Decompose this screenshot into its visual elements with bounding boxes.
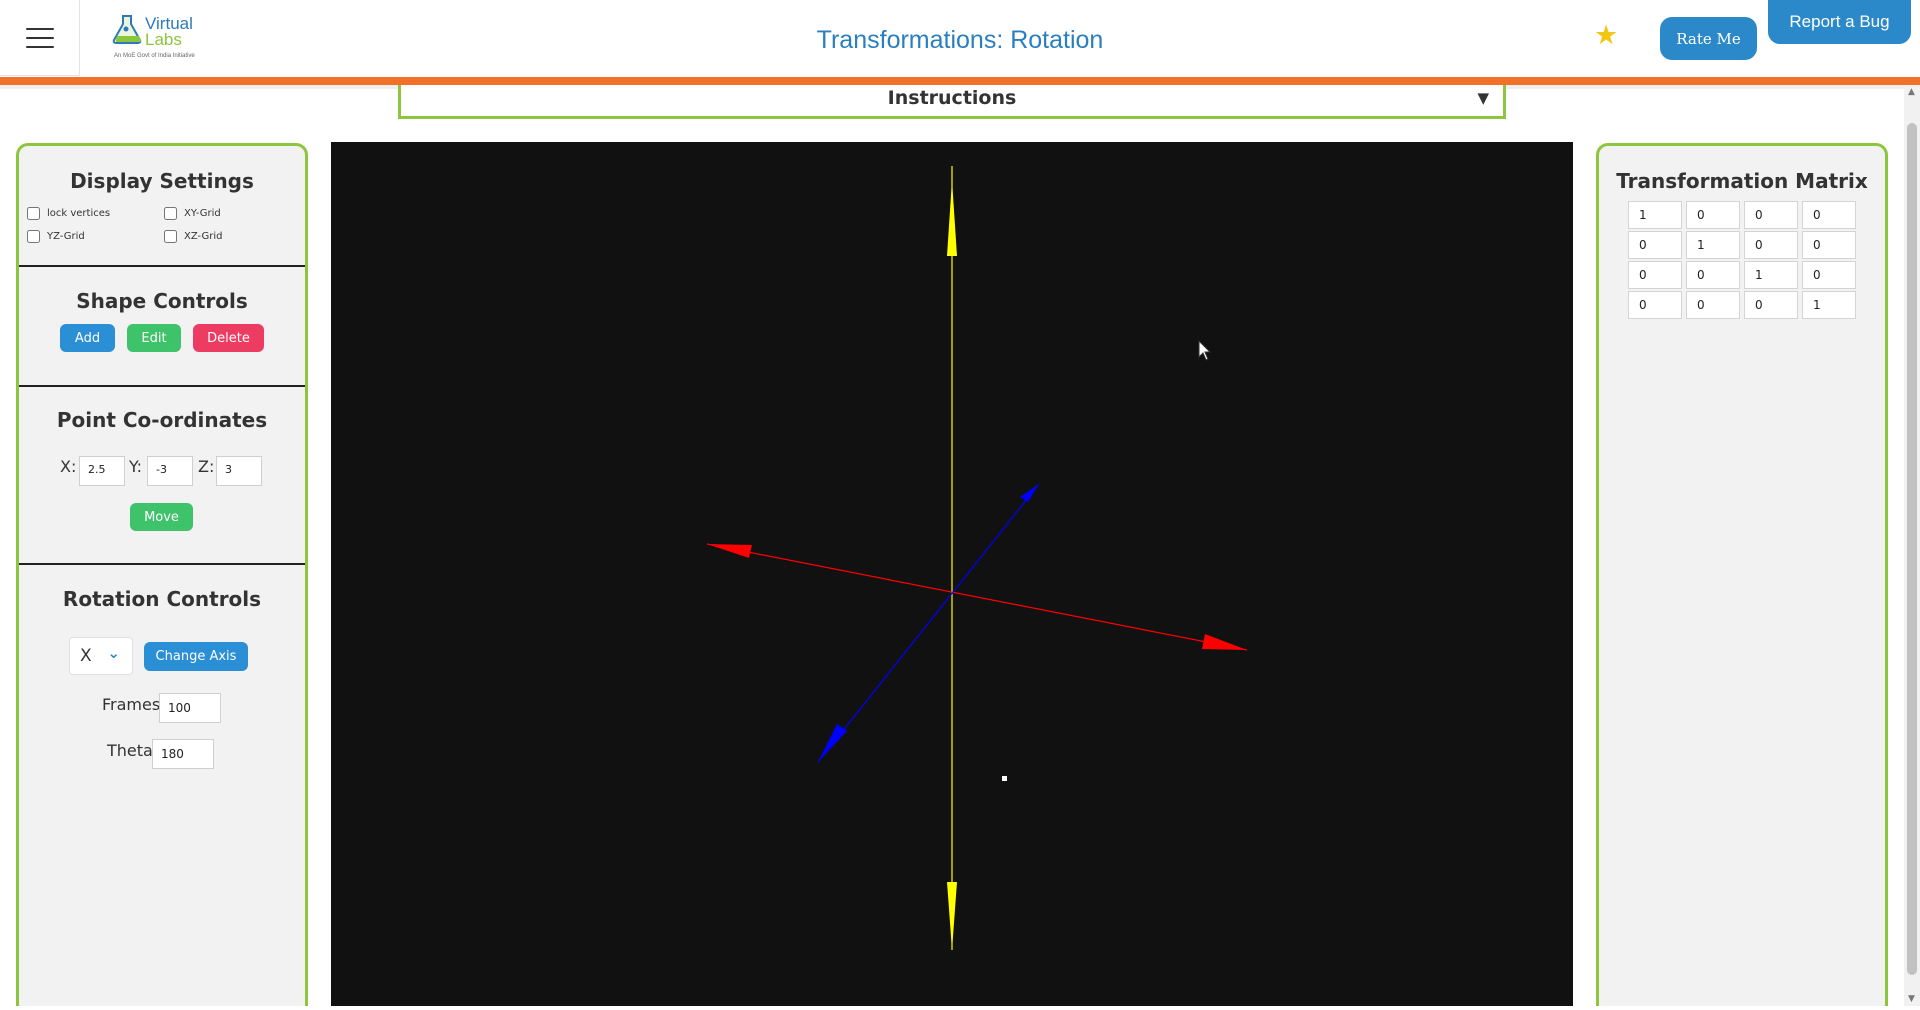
star-icon[interactable]: ★	[1594, 20, 1618, 51]
left-control-panel: Display Settings lock vertices XY-Grid Y…	[16, 143, 308, 1006]
xy-grid-label: XY-Grid	[184, 208, 221, 219]
hamburger-menu-button[interactable]	[0, 0, 80, 76]
lock-vertices-option[interactable]: lock vertices	[27, 207, 110, 220]
matrix-cell[interactable]: 0	[1802, 201, 1856, 229]
y-axis-bottom-arrow	[947, 882, 957, 950]
rotation-controls-section: Rotation Controls X ⌄ Change Axis Frames…	[19, 563, 305, 1007]
delete-shape-button[interactable]: Delete	[193, 324, 264, 352]
matrix-cell[interactable]: 1	[1628, 201, 1682, 229]
axis-select[interactable]: X ⌄	[69, 637, 133, 675]
matrix-cell[interactable]: 0	[1744, 291, 1798, 319]
matrix-cell[interactable]: 0	[1802, 231, 1856, 259]
logo-title: Virtual Labs	[145, 14, 193, 49]
transformation-matrix-grid: 1 0 0 0 0 1 0 0 0 0 1 0 0 0 0 1	[1628, 201, 1856, 321]
z-axis-bottom-arrow	[818, 724, 847, 762]
z-coord-input[interactable]: 3	[216, 456, 262, 486]
yz-grid-checkbox[interactable]	[27, 230, 40, 243]
right-matrix-panel: Transformation Matrix 1 0 0 0 0 1 0 0 0 …	[1596, 143, 1888, 1006]
matrix-cell[interactable]: 0	[1628, 231, 1682, 259]
lock-vertices-label: lock vertices	[47, 208, 111, 219]
x-axis-line	[706, 543, 1248, 651]
yz-grid-label: YZ-Grid	[47, 231, 85, 242]
x-coord-label: X:	[60, 457, 77, 476]
edit-shape-button[interactable]: Edit	[127, 324, 181, 352]
display-settings-title: Display Settings	[70, 169, 254, 193]
transformation-matrix-title: Transformation Matrix	[1616, 169, 1868, 193]
scroll-down-icon[interactable]: ▼	[1908, 994, 1915, 1004]
rate-me-button[interactable]: Rate Me	[1660, 17, 1757, 60]
logo-subtitle: An MoE Govt of India Initiative	[114, 53, 195, 59]
theta-input[interactable]: 180	[152, 739, 214, 769]
rotation-controls-title: Rotation Controls	[62, 587, 262, 611]
x-coord-input[interactable]: 2.5	[79, 456, 125, 486]
matrix-cell[interactable]: 0	[1686, 261, 1740, 289]
matrix-cell[interactable]: 0	[1802, 261, 1856, 289]
matrix-cell[interactable]: 0	[1744, 201, 1798, 229]
instructions-toggle[interactable]: Instructions ▼	[398, 85, 1506, 119]
y-coord-label: Y:	[129, 457, 143, 476]
lock-vertices-checkbox[interactable]	[27, 207, 40, 220]
report-bug-button[interactable]: Report a Bug	[1768, 0, 1911, 44]
xy-grid-option[interactable]: XY-Grid	[164, 207, 221, 220]
matrix-cell[interactable]: 1	[1686, 231, 1740, 259]
instructions-label: Instructions	[887, 87, 1017, 109]
change-axis-button[interactable]: Change Axis	[144, 642, 248, 671]
point-coordinates-title: Point Co-ordinates	[56, 408, 268, 432]
y-coord-input[interactable]: -3	[147, 456, 193, 486]
shape-controls-section: Shape Controls Add Edit Delete	[19, 265, 305, 385]
theta-label: Theta	[107, 741, 153, 760]
page-scrollbar[interactable]: ▲ ▼	[1904, 85, 1920, 1006]
x-axis-right-arrow	[1202, 634, 1247, 650]
xz-grid-checkbox[interactable]	[164, 230, 177, 243]
yz-grid-option[interactable]: YZ-Grid	[27, 230, 85, 243]
matrix-cell[interactable]: 0	[1686, 291, 1740, 319]
xy-grid-checkbox[interactable]	[164, 207, 177, 220]
mouse-cursor-icon	[1198, 340, 1212, 361]
x-axis-left-arrow	[707, 544, 752, 558]
axes-scene	[706, 166, 1248, 950]
shape-controls-title: Shape Controls	[76, 289, 248, 313]
add-shape-button[interactable]: Add	[60, 324, 115, 352]
dropdown-arrow-icon: ▼	[1477, 89, 1489, 107]
z-coord-label: Z:	[198, 457, 215, 476]
chevron-down-icon: ⌄	[107, 644, 120, 662]
frames-label: Frames	[102, 695, 161, 714]
page-title: Transformations: Rotation	[816, 26, 1104, 54]
scrollbar-thumb[interactable]	[1907, 123, 1917, 975]
shape-point[interactable]	[1002, 776, 1007, 781]
xz-grid-label: XZ-Grid	[184, 231, 223, 242]
z-axis-line	[817, 483, 1040, 763]
y-axis-top-arrow	[947, 180, 957, 256]
virtual-labs-logo[interactable]: Virtual Labs An MoE Govt of India Initia…	[108, 12, 204, 64]
hamburger-icon	[25, 27, 54, 48]
move-point-button[interactable]: Move	[130, 503, 193, 531]
header-divider	[0, 77, 1920, 89]
matrix-cell[interactable]: 0	[1744, 231, 1798, 259]
matrix-cell[interactable]: 0	[1628, 291, 1682, 319]
display-settings-section: Display Settings lock vertices XY-Grid Y…	[19, 146, 305, 265]
scroll-up-icon[interactable]: ▲	[1908, 87, 1915, 97]
axis-select-value: X	[80, 646, 92, 666]
flask-logo-icon	[112, 15, 142, 44]
frames-input[interactable]: 100	[159, 693, 221, 723]
matrix-cell[interactable]: 0	[1686, 201, 1740, 229]
z-axis-top-arrow	[1020, 484, 1039, 502]
matrix-cell[interactable]: 1	[1744, 261, 1798, 289]
point-coordinates-section: Point Co-ordinates X: 2.5 Y: -3 Z: 3 Mov…	[19, 385, 305, 563]
xz-grid-option[interactable]: XZ-Grid	[164, 230, 223, 243]
3d-canvas[interactable]	[331, 142, 1573, 1006]
matrix-cell[interactable]: 1	[1802, 291, 1856, 319]
header: Virtual Labs An MoE Govt of India Initia…	[0, 0, 1920, 77]
matrix-cell[interactable]: 0	[1628, 261, 1682, 289]
